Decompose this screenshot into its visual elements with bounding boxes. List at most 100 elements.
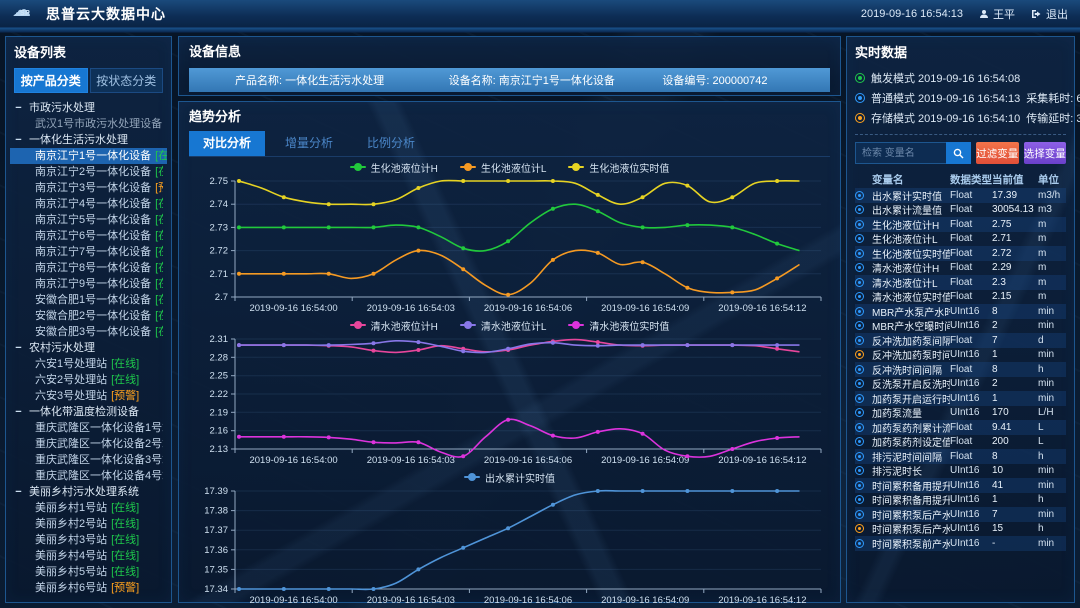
device-item[interactable]: 南京江宁6号一体化设备[在线]: [14, 228, 163, 244]
device-item[interactable]: 重庆武隆区一体化设备3号站[在线]: [14, 452, 163, 468]
user-menu[interactable]: 王平: [979, 6, 1015, 22]
svg-text:2019-09-16 16:54:09: 2019-09-16 16:54:09: [601, 595, 689, 606]
device-item[interactable]: 南京江宁7号一体化设备[在线]: [14, 244, 163, 260]
table-row[interactable]: 清水池液位计HFloat2.29m: [855, 261, 1066, 276]
device-item[interactable]: 六安2号处理站[在线]: [14, 372, 163, 388]
search-input[interactable]: [855, 142, 946, 164]
device-item[interactable]: 南京江宁2号一体化设备[在线]: [14, 164, 163, 180]
table-row[interactable]: 时间累积泵前产水电动阀分UInt16-min: [855, 536, 1066, 551]
device-item[interactable]: 安徽合肥1号一体化设备[在线]: [14, 292, 163, 308]
table-row[interactable]: MBR产水空曝时间分UInt162min: [855, 319, 1066, 334]
table-row[interactable]: 加药泵药剂累计流量Float9.41L: [855, 420, 1066, 435]
variable-type: Float: [950, 233, 992, 244]
table-row[interactable]: 清水池液位实时值Float2.15m: [855, 290, 1066, 305]
table-row[interactable]: 清水池液位计LFloat2.3m: [855, 275, 1066, 290]
tree-group[interactable]: −农村污水处理: [14, 340, 163, 356]
device-item[interactable]: 南京江宁8号一体化设备[在线]: [14, 260, 163, 276]
table-row[interactable]: 加药泵开启运行时间UInt161min: [855, 391, 1066, 406]
svg-text:2.73: 2.73: [210, 222, 229, 233]
svg-text:2019-09-16 16:54:12: 2019-09-16 16:54:12: [718, 595, 806, 606]
device-name: 美丽乡村4号站: [35, 550, 107, 562]
table-row[interactable]: 时间累积泵后产水电动阀分UInt167min: [855, 507, 1066, 522]
svg-text:2.16: 2.16: [210, 426, 229, 437]
table-row[interactable]: 时间累积备用提升泵时UInt161h: [855, 493, 1066, 508]
device-item[interactable]: 南京江宁1号一体化设备[在线]: [10, 148, 167, 164]
logout-button[interactable]: 退出: [1031, 6, 1068, 22]
device-item[interactable]: 重庆武隆区一体化设备1号站[预警]: [14, 420, 163, 436]
tab-increment-analysis[interactable]: 增量分析: [271, 131, 347, 156]
variable-status-icon: [855, 466, 864, 475]
search-icon: [953, 148, 964, 159]
table-row[interactable]: 排污泥时长UInt1610min: [855, 464, 1066, 479]
table-row[interactable]: 出水累计流量值Float30054.13m3: [855, 203, 1066, 218]
table-row[interactable]: 加药泵药剂设定值Float200L: [855, 435, 1066, 450]
device-item[interactable]: 南京江宁3号一体化设备[预警]: [14, 180, 163, 196]
table-row[interactable]: 排污泥时间间隔Float8h: [855, 449, 1066, 464]
device-item[interactable]: 美丽乡村5号站[在线]: [14, 564, 163, 580]
tab-by-product[interactable]: 按产品分类: [14, 68, 88, 93]
collapse-icon: −: [14, 408, 23, 417]
svg-text:2.72: 2.72: [210, 246, 229, 257]
device-name: 南京江宁1号一体化设备: [35, 150, 151, 162]
tab-compare-analysis[interactable]: 对比分析: [189, 131, 265, 156]
device-name-field: 设备名称: 南京江宁1号一体化设备: [403, 72, 617, 88]
device-item[interactable]: 美丽乡村2号站[在线]: [14, 516, 163, 532]
svg-text:2.28: 2.28: [210, 352, 229, 363]
table-row[interactable]: 生化池液位计LFloat2.71m: [855, 232, 1066, 247]
table-row[interactable]: MBR产水泵产水时间分UInt168min: [855, 304, 1066, 319]
legend-item[interactable]: 生化池液位计H: [350, 160, 438, 175]
legend-item[interactable]: 清水池液位实时值: [568, 318, 669, 333]
search-row: 过滤变量 选择变量: [855, 142, 1066, 164]
device-item[interactable]: 美丽乡村3号站[在线]: [14, 532, 163, 548]
device-item[interactable]: 美丽乡村6号站[预警]: [14, 580, 163, 596]
table-row[interactable]: 加药泵流量UInt16170L/H: [855, 406, 1066, 421]
device-item[interactable]: 南京江宁4号一体化设备[在线]: [14, 196, 163, 212]
table-row[interactable]: 反冲洗加药泵间隔时间Float7d: [855, 333, 1066, 348]
legend-item[interactable]: 出水累计实时值: [464, 470, 555, 485]
header-data-type: 数据类型: [950, 172, 992, 187]
device-item[interactable]: 重庆武隆区一体化设备2号站[预警]: [14, 436, 163, 452]
device-item[interactable]: 南京江宁9号一体化设备[在线]: [14, 276, 163, 292]
variable-type: Float: [950, 335, 992, 346]
variable-status-icon: [855, 220, 864, 229]
tree-group[interactable]: −市政污水处理: [14, 100, 163, 116]
device-item[interactable]: 安徽合肥2号一体化设备[在线]: [14, 308, 163, 324]
table-row[interactable]: 反冲洗加药泵时间UInt161min: [855, 348, 1066, 363]
svg-text:2019-09-16 16:54:00: 2019-09-16 16:54:00: [249, 455, 337, 466]
device-item[interactable]: 六安3号处理站[预警]: [14, 388, 163, 404]
device-item[interactable]: 安徽合肥3号一体化设备[在线]: [14, 324, 163, 340]
device-item[interactable]: 重庆武隆区一体化设备4号站[预警]: [14, 468, 163, 484]
legend-item[interactable]: 生化池液位计L: [460, 160, 547, 175]
variable-name: 排污泥时间间隔: [872, 449, 950, 464]
tab-by-status[interactable]: 按状态分类: [90, 68, 164, 93]
tab-ratio-analysis[interactable]: 比例分析: [353, 131, 429, 156]
search-button[interactable]: [946, 142, 971, 164]
table-row[interactable]: 时间累积泵后产水电动阀时UInt1615h: [855, 522, 1066, 537]
device-item[interactable]: 美丽乡村4号站[在线]: [14, 548, 163, 564]
device-item[interactable]: 南京江宁5号一体化设备[在线]: [14, 212, 163, 228]
mode-status-icon: [855, 73, 865, 83]
device-item[interactable]: 武汉1号市政污水处理设备[离线]: [14, 116, 163, 132]
trend-tabs: 对比分析 增量分析 比例分析: [189, 131, 830, 157]
filter-variables-button[interactable]: 过滤变量: [976, 142, 1019, 164]
table-row[interactable]: 生化池液位实时值Float2.72m: [855, 246, 1066, 261]
tree-group-label: 市政污水处理: [29, 100, 95, 116]
select-variables-button[interactable]: 选择变量: [1024, 142, 1067, 164]
svg-text:17.35: 17.35: [204, 564, 228, 575]
legend-item[interactable]: 清水池液位计H: [350, 318, 438, 333]
table-row[interactable]: 反冲洗时间间隔Float8h: [855, 362, 1066, 377]
table-row[interactable]: 生化池液位计HFloat2.75m: [855, 217, 1066, 232]
device-item[interactable]: 六安1号处理站[在线]: [14, 356, 163, 372]
tree-group[interactable]: −一体化带温度检测设备: [14, 404, 163, 420]
table-row[interactable]: 出水累计实时值Float17.39m3/h: [855, 188, 1066, 203]
tree-group[interactable]: −一体化生活污水处理: [14, 132, 163, 148]
table-row[interactable]: 反洗泵开启反洗时长UInt162min: [855, 377, 1066, 392]
variable-unit: h: [1038, 364, 1066, 375]
device-name: 南京江宁8号一体化设备: [35, 262, 151, 274]
legend-item[interactable]: 清水池液位计L: [460, 318, 547, 333]
table-row[interactable]: 时间累积备用提升泵分UInt1641min: [855, 478, 1066, 493]
legend-item[interactable]: 生化池液位实时值: [568, 160, 669, 175]
device-item[interactable]: 美丽乡村1号站[在线]: [14, 500, 163, 516]
device-status-badge: [在线]: [155, 166, 163, 178]
tree-group[interactable]: −美丽乡村污水处理系统: [14, 484, 163, 500]
